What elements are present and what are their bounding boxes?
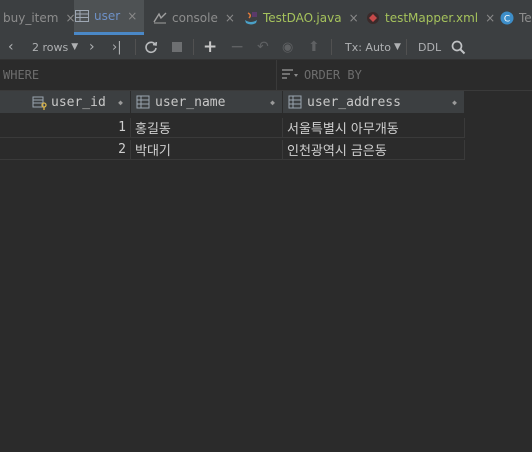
toolbar-divider: [193, 39, 194, 55]
tab-test-overflow[interactable]: C Tes: [499, 0, 532, 35]
close-icon[interactable]: ×: [127, 9, 137, 23]
last-page-icon[interactable]: ›|: [112, 35, 122, 59]
tab-buy-item[interactable]: buy_item ×: [0, 0, 76, 35]
rows-dropdown[interactable]: 2 rows ▼: [32, 35, 78, 59]
close-icon[interactable]: ×: [349, 11, 359, 25]
sort-toggle-icon[interactable]: ◆: [270, 98, 275, 107]
order-by-input[interactable]: ORDER BY: [282, 68, 362, 82]
data-editor-toolbar: ‹ 2 rows ▼ › ›| + − ↶ ◉ ⬆ Tx: Auto ▼ DDL: [0, 35, 532, 60]
delete-row-icon[interactable]: −: [230, 35, 244, 59]
first-page-icon[interactable]: ‹: [8, 35, 14, 59]
column-header-label: user_id: [51, 94, 106, 110]
tx-label: Tx: Auto: [345, 40, 391, 54]
next-page-icon[interactable]: ›: [89, 35, 95, 59]
ddl-button[interactable]: DDL: [418, 35, 441, 59]
table-cell-user-name[interactable]: 홍길동: [131, 118, 283, 138]
ddl-label: DDL: [418, 40, 442, 54]
java-class-icon: [243, 10, 259, 26]
sort-toggle-icon[interactable]: ◆: [118, 98, 123, 107]
table-icon: [74, 8, 90, 24]
svg-text:C: C: [504, 14, 510, 24]
tab-user[interactable]: user ×: [74, 0, 144, 35]
table-cell-user-name[interactable]: 박대기: [131, 140, 283, 160]
tab-label: TestDAO.java: [263, 10, 342, 25]
column-header-user-id[interactable]: user_id ◆: [0, 91, 131, 113]
xml-file-icon: [365, 10, 381, 26]
chevron-down-icon: ▼: [393, 42, 401, 52]
compare-icon[interactable]: ◉: [282, 35, 293, 59]
add-row-icon[interactable]: +: [203, 35, 217, 59]
tab-label: testMapper.xml: [385, 10, 479, 25]
table-cell-user-id[interactable]: 2: [0, 140, 131, 160]
column-header-label: user_address: [307, 94, 401, 110]
search-icon[interactable]: [451, 35, 466, 59]
toolbar-divider: [406, 39, 407, 55]
submit-icon[interactable]: ⬆: [308, 35, 320, 59]
toolbar-divider: [331, 39, 332, 55]
order-by-label: ORDER BY: [304, 68, 362, 82]
console-icon: [152, 10, 168, 26]
chevron-down-icon: ▼: [71, 42, 79, 52]
revert-icon[interactable]: ↶: [257, 35, 269, 59]
where-filter-input[interactable]: WHERE: [3, 68, 39, 82]
column-icon: [288, 95, 302, 113]
column-header-user-address[interactable]: user_address ◆: [283, 91, 465, 113]
refresh-icon[interactable]: [144, 35, 158, 59]
column-icon: [136, 95, 150, 113]
tab-console[interactable]: console ×: [152, 0, 235, 35]
stop-icon[interactable]: [171, 35, 183, 59]
table-cell-user-address[interactable]: 서울특별시 아무개동: [283, 118, 465, 138]
transaction-mode-dropdown[interactable]: Tx: Auto ▼: [345, 35, 401, 59]
primary-key-column-icon: [32, 94, 48, 114]
filter-bar: WHERE ORDER BY: [0, 60, 532, 91]
filter-divider: [276, 60, 277, 90]
editor-tab-bar: buy_item × user × console × TestDAO.java…: [0, 0, 532, 36]
tab-label: user: [94, 9, 121, 23]
rows-label: 2 rows: [32, 40, 69, 54]
table-cell-user-id[interactable]: 1: [0, 118, 131, 138]
sort-toggle-icon[interactable]: ◆: [452, 98, 457, 107]
sort-icon: [282, 68, 298, 82]
toolbar-divider: [135, 39, 136, 55]
tab-testmapper-xml[interactable]: testMapper.xml ×: [365, 0, 495, 35]
close-icon[interactable]: ×: [225, 11, 235, 25]
column-header-user-name[interactable]: user_name ◆: [131, 91, 283, 113]
close-icon[interactable]: ×: [485, 11, 495, 25]
tab-label: buy_item: [3, 10, 59, 25]
tab-label: console: [172, 10, 218, 25]
class-icon: C: [499, 10, 515, 26]
table-cell-user-address[interactable]: 인천광역시 금은동: [283, 140, 465, 160]
column-header-label: user_name: [155, 94, 226, 110]
tab-label: Tes: [519, 10, 532, 25]
tab-testdao-java[interactable]: TestDAO.java ×: [243, 0, 359, 35]
